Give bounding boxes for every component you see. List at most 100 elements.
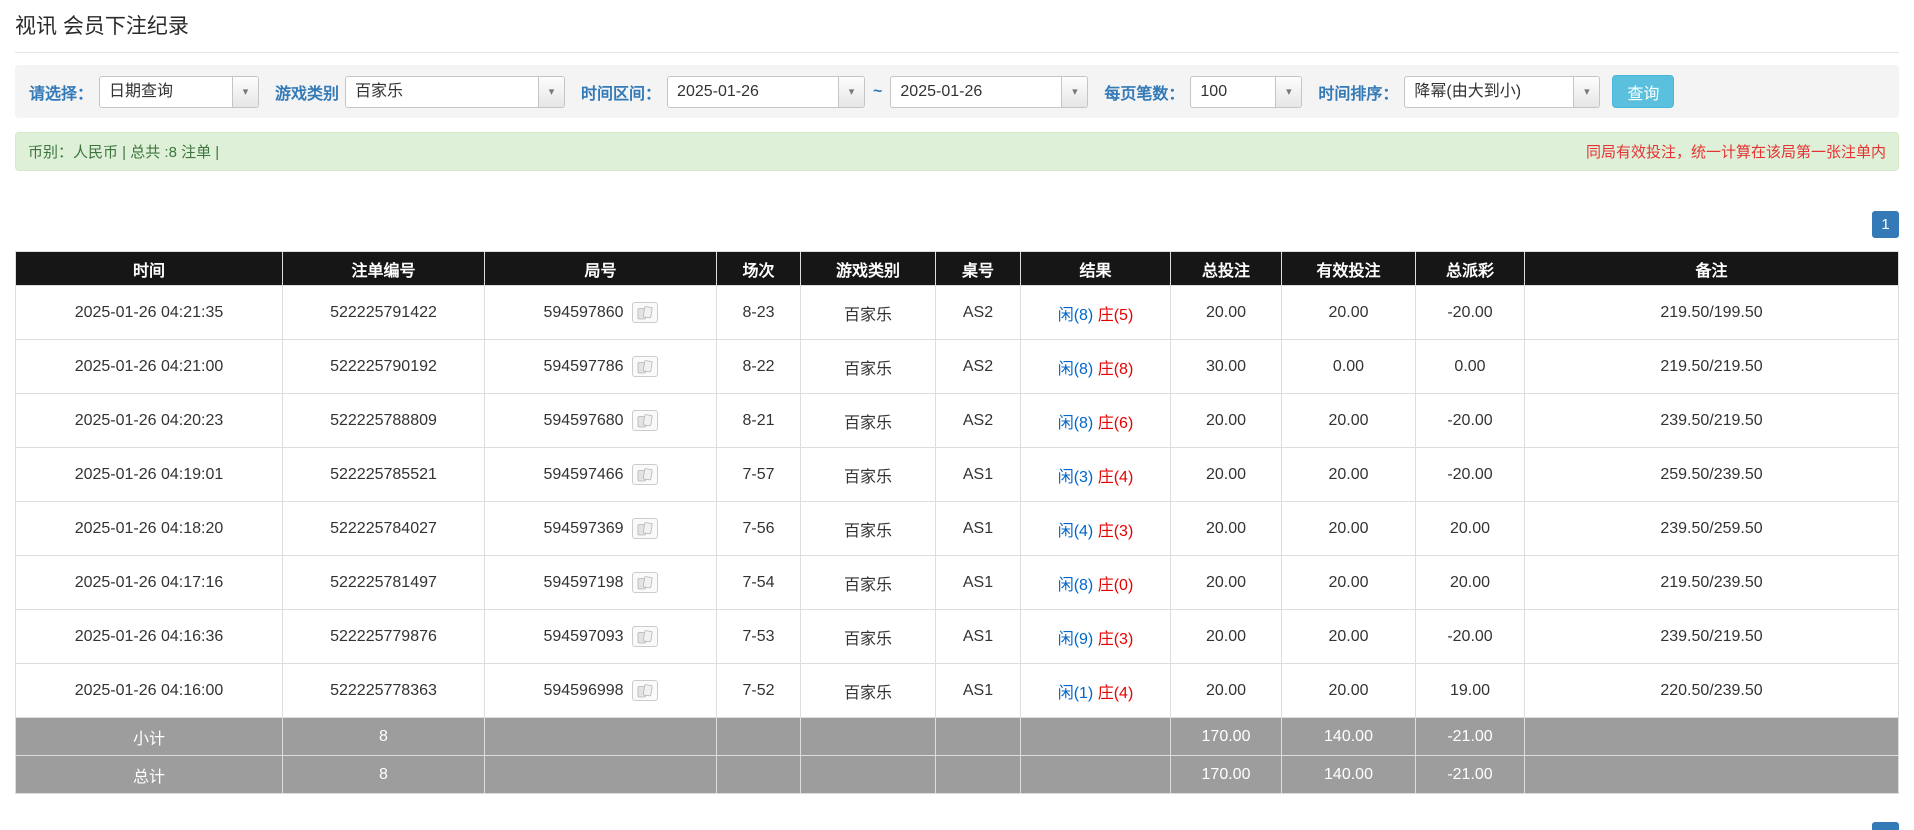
game-type-combobox[interactable]: 百家乐 ▾ <box>345 76 565 108</box>
cell-payout: 20.00 <box>1416 556 1525 610</box>
per-page-combobox[interactable]: 100 ▾ <box>1190 76 1302 108</box>
cell-total-bet[interactable]: 20.00 <box>1171 448 1282 502</box>
chevron-down-icon[interactable]: ▾ <box>1061 77 1087 107</box>
game-result-cards-icon[interactable] <box>632 302 658 323</box>
result-player: 闲(1) <box>1058 685 1094 702</box>
result-banker: 庄(4) <box>1098 469 1134 486</box>
sort-order-combobox[interactable]: 降幂(由大到小) ▾ <box>1404 76 1600 108</box>
cell-bet-id: 522225785521 <box>283 448 485 502</box>
cell-result: 闲(8) 庄(5) <box>1021 286 1171 340</box>
col-valid-bet: 有效投注 <box>1282 252 1416 286</box>
cell-valid-bet: 20.00 <box>1282 556 1416 610</box>
chevron-down-icon[interactable]: ▾ <box>1573 77 1599 107</box>
cell-payout: -20.00 <box>1416 610 1525 664</box>
result-player: 闲(9) <box>1058 631 1094 648</box>
col-remark: 备注 <box>1525 252 1899 286</box>
date-from-picker[interactable]: 2025-01-26 ▾ <box>667 76 865 108</box>
cell-time: 2025-01-26 04:16:36 <box>16 610 283 664</box>
cell-total-bet[interactable]: 20.00 <box>1171 502 1282 556</box>
result-banker: 庄(3) <box>1098 631 1134 648</box>
game-result-cards-icon[interactable] <box>632 680 658 701</box>
page-1-button[interactable]: 1 <box>1872 822 1899 830</box>
cell-total-bet[interactable]: 20.00 <box>1171 286 1282 340</box>
result-player: 闲(8) <box>1058 415 1094 432</box>
table-row: 2025-01-26 04:20:23 522225788809 5945976… <box>16 394 1899 448</box>
cell-game-type: 百家乐 <box>801 502 936 556</box>
cell-round-id: 594597786 <box>485 340 717 394</box>
cell-total-bet[interactable]: 20.00 <box>1171 664 1282 718</box>
cell-game-type: 百家乐 <box>801 448 936 502</box>
cell-remark: 239.50/259.50 <box>1525 502 1899 556</box>
cell-total-bet[interactable]: 30.00 <box>1171 340 1282 394</box>
cell-game-type: 百家乐 <box>801 556 936 610</box>
cell-round-id: 594597093 <box>485 610 717 664</box>
chevron-down-icon[interactable]: ▾ <box>232 77 258 107</box>
cell-session: 8-22 <box>717 340 801 394</box>
cell-total-bet[interactable]: 20.00 <box>1171 394 1282 448</box>
cell-bet-id: 522225791422 <box>283 286 485 340</box>
page-1-button[interactable]: 1 <box>1872 211 1899 238</box>
table-row: 2025-01-26 04:18:20 522225784027 5945973… <box>16 502 1899 556</box>
summary-bar: 币别：人民币 | 总共 :8 注单 | 同局有效投注，统一计算在该局第一张注单内 <box>15 132 1899 171</box>
cell-time: 2025-01-26 04:16:00 <box>16 664 283 718</box>
cell-total-bet[interactable]: 20.00 <box>1171 556 1282 610</box>
result-player: 闲(4) <box>1058 523 1094 540</box>
total-payout: -21.00 <box>1416 756 1525 794</box>
cell-result: 闲(1) 庄(4) <box>1021 664 1171 718</box>
cell-round-id: 594596998 <box>485 664 717 718</box>
table-body: 2025-01-26 04:21:35 522225791422 5945978… <box>16 286 1899 718</box>
cell-table: AS2 <box>936 394 1021 448</box>
cell-table: AS1 <box>936 448 1021 502</box>
round-id-text: 594597860 <box>543 304 623 322</box>
subtotal-row: 小计 8 170.00 140.00 -21.00 <box>16 718 1899 756</box>
round-id-text: 594597786 <box>543 358 623 376</box>
cell-remark: 219.50/239.50 <box>1525 556 1899 610</box>
chevron-down-icon[interactable]: ▾ <box>1275 77 1301 107</box>
game-result-cards-icon[interactable] <box>632 572 658 593</box>
game-result-cards-icon[interactable] <box>632 626 658 647</box>
cell-payout: 19.00 <box>1416 664 1525 718</box>
cell-remark: 219.50/199.50 <box>1525 286 1899 340</box>
cell-bet-id: 522225778363 <box>283 664 485 718</box>
result-player: 闲(8) <box>1058 361 1094 378</box>
currency-summary-text: 币别：人民币 | 总共 :8 注单 | <box>28 141 219 162</box>
query-type-combobox[interactable]: 日期查询 ▾ <box>99 76 259 108</box>
cell-payout: 20.00 <box>1416 502 1525 556</box>
cell-bet-id: 522225779876 <box>283 610 485 664</box>
chevron-down-icon[interactable]: ▾ <box>538 77 564 107</box>
subtotal-total-bet: 170.00 <box>1171 718 1282 756</box>
date-range-separator: ~ <box>873 83 882 101</box>
cell-time: 2025-01-26 04:21:00 <box>16 340 283 394</box>
cell-remark: 239.50/219.50 <box>1525 610 1899 664</box>
date-to-picker[interactable]: 2025-01-26 ▾ <box>890 76 1088 108</box>
cell-valid-bet: 20.00 <box>1282 394 1416 448</box>
page-title: 视讯 会员下注纪录 <box>15 14 1899 40</box>
cell-total-bet[interactable]: 20.00 <box>1171 610 1282 664</box>
cell-remark: 220.50/239.50 <box>1525 664 1899 718</box>
game-result-cards-icon[interactable] <box>632 518 658 539</box>
cell-valid-bet: 0.00 <box>1282 340 1416 394</box>
result-banker: 庄(6) <box>1098 415 1134 432</box>
result-banker: 庄(5) <box>1098 307 1134 324</box>
table-row: 2025-01-26 04:19:01 522225785521 5945974… <box>16 448 1899 502</box>
pagination-top: 1 <box>15 211 1899 238</box>
round-id-text: 594596998 <box>543 682 623 700</box>
search-button[interactable]: 查询 <box>1612 75 1674 108</box>
subtotal-payout: -21.00 <box>1416 718 1525 756</box>
cell-time: 2025-01-26 04:17:16 <box>16 556 283 610</box>
cell-table: AS2 <box>936 340 1021 394</box>
cell-game-type: 百家乐 <box>801 610 936 664</box>
game-result-cards-icon[interactable] <box>632 464 658 485</box>
date-to-value: 2025-01-26 <box>891 77 1061 107</box>
round-id-text: 594597680 <box>543 412 623 430</box>
round-id-text: 594597093 <box>543 628 623 646</box>
cell-session: 7-52 <box>717 664 801 718</box>
cell-result: 闲(8) 庄(6) <box>1021 394 1171 448</box>
cell-result: 闲(8) 庄(0) <box>1021 556 1171 610</box>
cell-game-type: 百家乐 <box>801 286 936 340</box>
game-result-cards-icon[interactable] <box>632 356 658 377</box>
game-result-cards-icon[interactable] <box>632 410 658 431</box>
chevron-down-icon[interactable]: ▾ <box>838 77 864 107</box>
cell-bet-id: 522225781497 <box>283 556 485 610</box>
title-divider <box>15 52 1899 53</box>
